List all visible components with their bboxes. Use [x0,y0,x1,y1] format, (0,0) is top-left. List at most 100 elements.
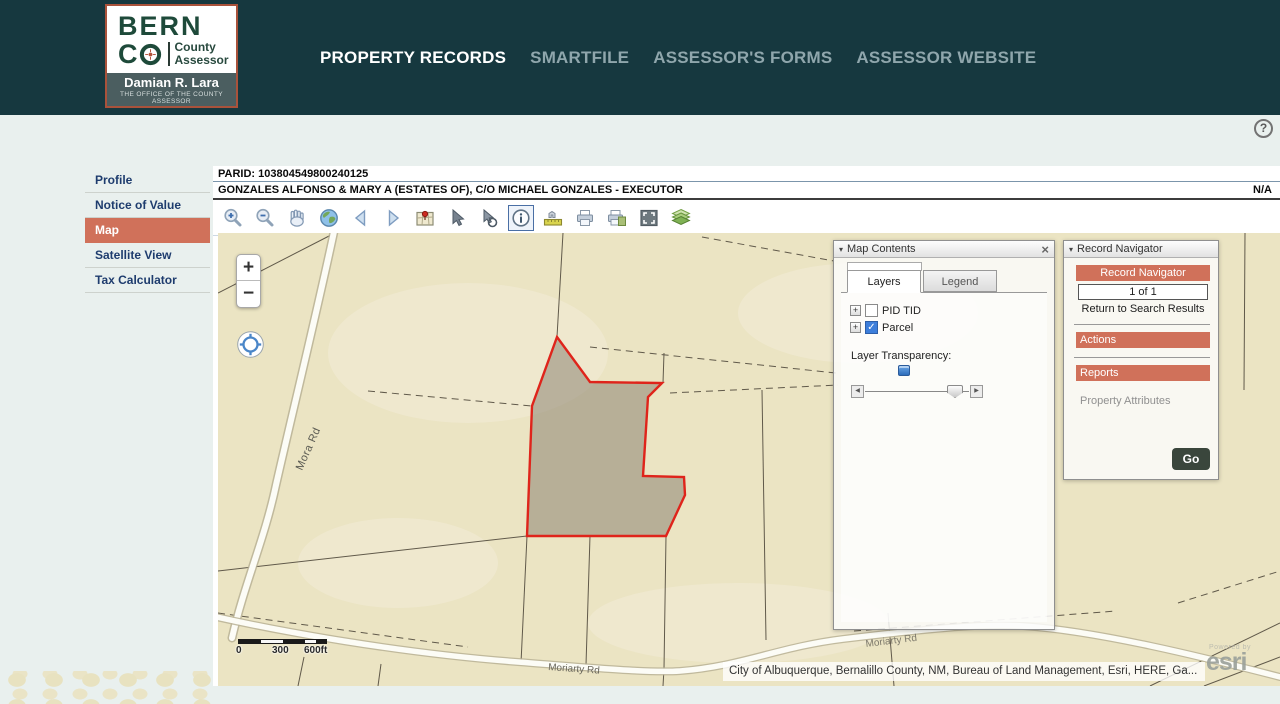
layers-icon [670,207,692,229]
select-cursor-icon [446,207,468,229]
decorative-dots [0,671,218,704]
logo-divider [168,42,170,66]
scale-label-600ft: 600ft [304,645,327,656]
scalebar-segment [239,640,261,643]
full-screen-icon [638,207,660,229]
map-zoom-in-button[interactable]: + [237,255,260,281]
slider-left-arrow[interactable]: ◀ [851,385,864,398]
transparency-value-icon[interactable] [898,365,910,376]
logo-top: BERN C County Assessor [107,6,236,74]
full-screen-tool-button[interactable] [636,205,662,231]
pan-tool-button[interactable] [284,205,310,231]
identify-tool-button[interactable] [508,205,534,231]
scalebar-segment [305,640,316,643]
map-attribution: City of Albuquerque, Bernalillo County, … [723,662,1205,681]
printer-map-icon [606,207,628,229]
print-map-tool-button[interactable] [604,205,630,231]
printer-icon [574,207,596,229]
zoom-in-icon [222,207,244,229]
owner-name: GONZALES ALFONSO & MARY A (ESTATES OF), … [218,184,683,196]
pan-hand-icon [286,207,308,229]
layers-tool-button[interactable] [668,205,694,231]
layer-row-parcel: + ✓ Parcel [850,319,1047,336]
top-header: BERN C County Assessor Dami [0,0,1280,115]
close-icon[interactable]: × [1041,243,1049,256]
sidebar-item-satellite-view[interactable]: Satellite View [85,243,210,268]
logo-line1: BERN [118,13,236,39]
map-contents-header[interactable]: ▾ Map Contents × [834,241,1054,258]
sidebar-item-map[interactable]: Map [85,218,210,243]
scale-label-0: 0 [236,645,242,656]
previous-extent-tool-button[interactable] [348,205,374,231]
nav-smartfile[interactable]: SMARTFILE [530,48,629,68]
next-extent-tool-button[interactable] [380,205,406,231]
reports-section-bar[interactable]: Reports [1076,365,1210,381]
overview-map-tool-button[interactable] [412,205,438,231]
hotlink-tool-button[interactable] [476,205,502,231]
overview-map-icon [414,207,436,229]
layer-row-pid-tid: + PID TID [850,302,1047,319]
collapse-arrow-icon[interactable]: ▾ [839,245,843,254]
record-navigator-bar: Record Navigator [1076,265,1210,281]
expand-icon[interactable]: + [850,305,861,316]
pid-tid-checkbox[interactable] [865,304,878,317]
actions-section-bar[interactable]: Actions [1076,332,1210,348]
esri-logo: Powered by esri [1206,644,1276,673]
tab-legend[interactable]: Legend [923,270,997,292]
layer-label-parcel: Parcel [882,322,913,334]
help-icon[interactable]: ? [1254,119,1273,138]
record-position-input[interactable]: 1 of 1 [1078,284,1208,300]
logo-strip: Damian R. Lara THE OFFICE OF THE COUNTY … [107,73,236,106]
zoom-out-icon [254,207,276,229]
map-zoom-out-button[interactable]: − [237,281,260,307]
record-navigator-panel: ▾ Record Navigator Record Navigator 1 of… [1063,240,1219,480]
return-to-search-link[interactable]: Return to Search Results [1076,303,1210,315]
scale-label-300: 300 [272,645,289,656]
zia-sun-icon [139,43,162,66]
esri-brand: esri [1206,651,1276,673]
previous-arrow-icon [350,207,372,229]
sidebar-item-notice-of-value[interactable]: Notice of Value [85,193,210,218]
logo-assessor: Assessor [175,54,229,67]
slider-thumb[interactable] [947,385,963,398]
locate-button[interactable] [236,330,265,359]
logo-c: C [118,41,138,67]
owner-row: GONZALES ALFONSO & MARY A (ESTATES OF), … [213,182,1280,200]
select-tool-button[interactable] [444,205,470,231]
tab-layers[interactable]: Layers [847,270,921,293]
map-toolbar [213,200,1280,236]
print-tool-button[interactable] [572,205,598,231]
sidebar-item-tax-calculator[interactable]: Tax Calculator [85,268,210,293]
scalebar-segment [261,640,283,643]
sidebar-item-profile[interactable]: Profile [85,168,210,193]
slider-right-arrow[interactable]: ▶ [970,385,983,398]
property-attributes-link[interactable]: Property Attributes [1080,395,1210,407]
zoom-in-tool-button[interactable] [220,205,246,231]
nav-assessor-website[interactable]: ASSESSOR WEBSITE [856,48,1036,68]
record-navigator-header[interactable]: ▾ Record Navigator [1064,241,1218,258]
cursor-circle-icon [478,207,500,229]
zoom-out-tool-button[interactable] [252,205,278,231]
go-button[interactable]: Go [1172,448,1210,470]
record-navigator-body: Record Navigator 1 of 1 Return to Search… [1064,258,1218,479]
assessor-name: Damian R. Lara [107,75,236,90]
nav-assessors-forms[interactable]: ASSESSOR'S FORMS [653,48,832,68]
slider-track[interactable] [865,385,969,398]
scalebar-segment [283,640,305,643]
full-extent-tool-button[interactable] [316,205,342,231]
sidebar: Profile Notice of Value Map Satellite Vi… [85,168,210,293]
parcel-checkbox[interactable]: ✓ [865,321,878,334]
right-value: N/A [1253,184,1272,196]
expand-icon[interactable]: + [850,322,861,333]
map-viewport: Mora Rd Moriarty Rd Moriarty Rd + − [218,233,1280,686]
measure-tool-button[interactable] [540,205,566,231]
layer-label-pid-tid: PID TID [882,305,921,317]
scalebar-segment [316,640,326,643]
collapse-arrow-icon[interactable]: ▾ [1069,245,1073,254]
top-navigation: PROPERTY RECORDS SMARTFILE ASSESSOR'S FO… [320,0,1036,115]
divider [1074,324,1210,325]
bernco-logo[interactable]: BERN C County Assessor Dami [105,4,238,108]
nav-property-records[interactable]: PROPERTY RECORDS [320,48,506,68]
globe-icon [318,207,340,229]
next-arrow-icon [382,207,404,229]
